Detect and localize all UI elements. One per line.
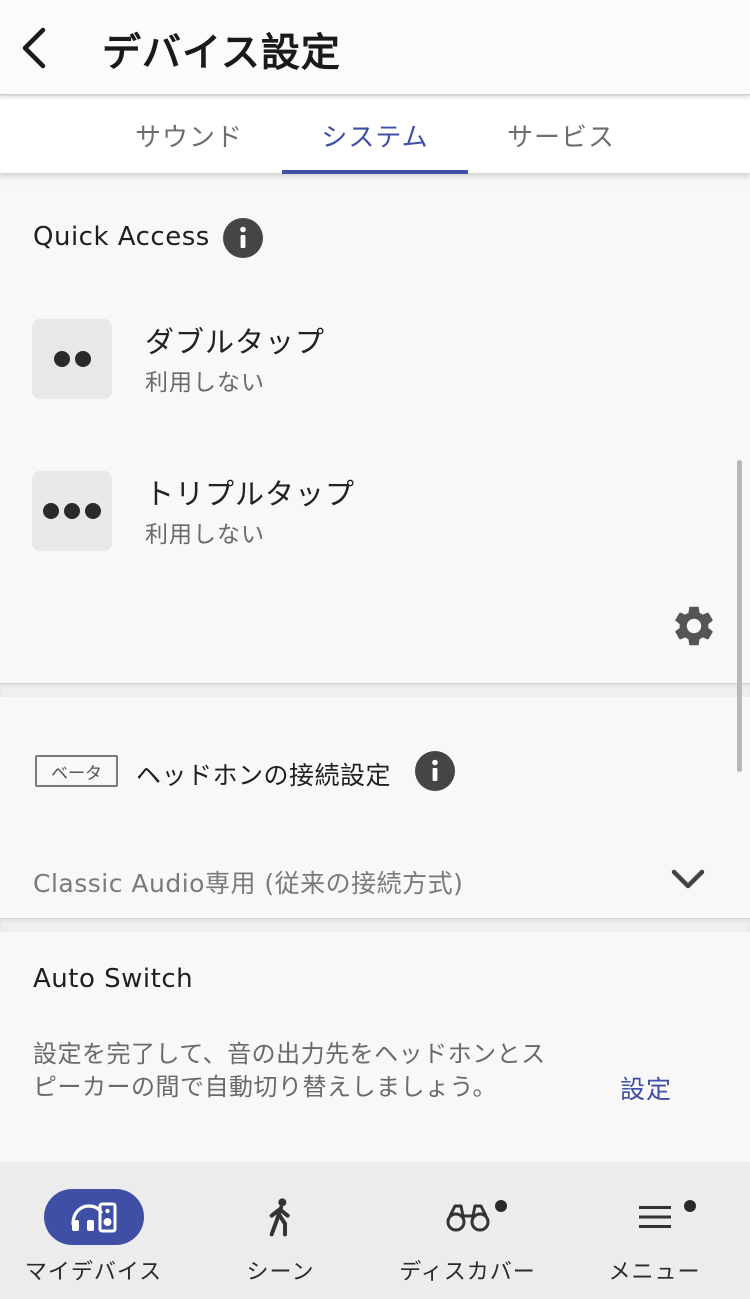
gear-icon <box>675 606 713 646</box>
nav-icon-container <box>445 1189 491 1245</box>
dot <box>43 503 59 519</box>
nav-scene[interactable]: シーン <box>187 1162 374 1299</box>
info-glyph <box>240 226 246 248</box>
info-glyph <box>432 759 438 781</box>
triple-dot-icon <box>32 471 112 551</box>
auto-switch-description: 設定を完了して、音の出力先をヘッドホンとスピーカーの間で自動切り替えしましょう。 <box>33 1040 546 1101</box>
back-button[interactable] <box>14 26 54 70</box>
dot <box>64 503 80 519</box>
beta-badge: ベータ <box>35 755 118 787</box>
nav-discover[interactable]: ディスカバー <box>374 1162 561 1299</box>
auto-switch-setup-button[interactable]: 設定 <box>620 1070 672 1106</box>
nav-label: メニュー <box>608 1260 701 1285</box>
nav-icon-container <box>43 1189 144 1245</box>
section-divider <box>0 683 750 697</box>
notification-dot <box>495 1200 507 1212</box>
info-icon[interactable] <box>415 751 455 791</box>
triple-tap-value: 利用しない <box>145 522 265 548</box>
bottom-navigation: マイデバイス シーン ディスカバー メニュー <box>0 1162 750 1299</box>
page-title: デバイス設定 <box>102 31 341 76</box>
double-tap-row[interactable]: ダブルタップ 利用しない <box>0 305 750 415</box>
scrollbar[interactable] <box>737 460 742 772</box>
dot <box>85 503 101 519</box>
quick-access-settings-button[interactable] <box>670 602 718 650</box>
chevron-down-icon <box>671 869 705 889</box>
connection-mode-select[interactable]: Classic Audio専用 (従来の接続方式) <box>0 850 750 912</box>
chevron-left-icon <box>22 27 46 69</box>
nav-icon-container <box>265 1189 297 1245</box>
headphones-speaker-icon <box>70 1202 116 1233</box>
double-dot-icon <box>32 319 112 399</box>
dot <box>53 351 70 367</box>
tab-sound[interactable]: サウンド <box>96 96 282 174</box>
active-indicator <box>43 1189 144 1245</box>
double-tap-value: 利用しない <box>145 370 265 396</box>
nav-my-device[interactable]: マイデバイス <box>0 1162 187 1299</box>
triple-tap-label: トリプルタップ <box>145 477 356 511</box>
notification-dot <box>684 1200 696 1212</box>
section-divider <box>0 918 750 932</box>
tab-system[interactable]: システム <box>282 96 468 174</box>
dot <box>74 351 91 367</box>
info-icon[interactable] <box>223 218 263 258</box>
hamburger-menu-icon <box>638 1206 671 1228</box>
nav-icon-container <box>637 1189 673 1245</box>
quick-access-section: Quick Access <box>0 190 750 683</box>
nav-label: ディスカバー <box>399 1260 536 1285</box>
connection-title: ヘッドホンの接続設定 <box>136 761 392 790</box>
nav-label: シーン <box>246 1260 315 1285</box>
nav-label: マイデバイス <box>24 1260 163 1285</box>
tab-bar: サウンド システム サービス <box>0 96 750 174</box>
nav-menu[interactable]: メニュー <box>561 1162 748 1299</box>
quick-access-title: Quick Access <box>33 222 210 252</box>
walking-person-icon <box>269 1198 290 1237</box>
auto-switch-title: Auto Switch <box>33 964 194 994</box>
app-header: デバイス設定 <box>0 0 750 95</box>
connection-mode-value: Classic Audio専用 (従来の接続方式) <box>33 869 464 898</box>
double-tap-label: ダブルタップ <box>145 325 326 359</box>
binoculars-icon <box>446 1204 489 1232</box>
tab-service[interactable]: サービス <box>468 96 654 174</box>
triple-tap-row[interactable]: トリプルタップ 利用しない <box>0 457 750 567</box>
